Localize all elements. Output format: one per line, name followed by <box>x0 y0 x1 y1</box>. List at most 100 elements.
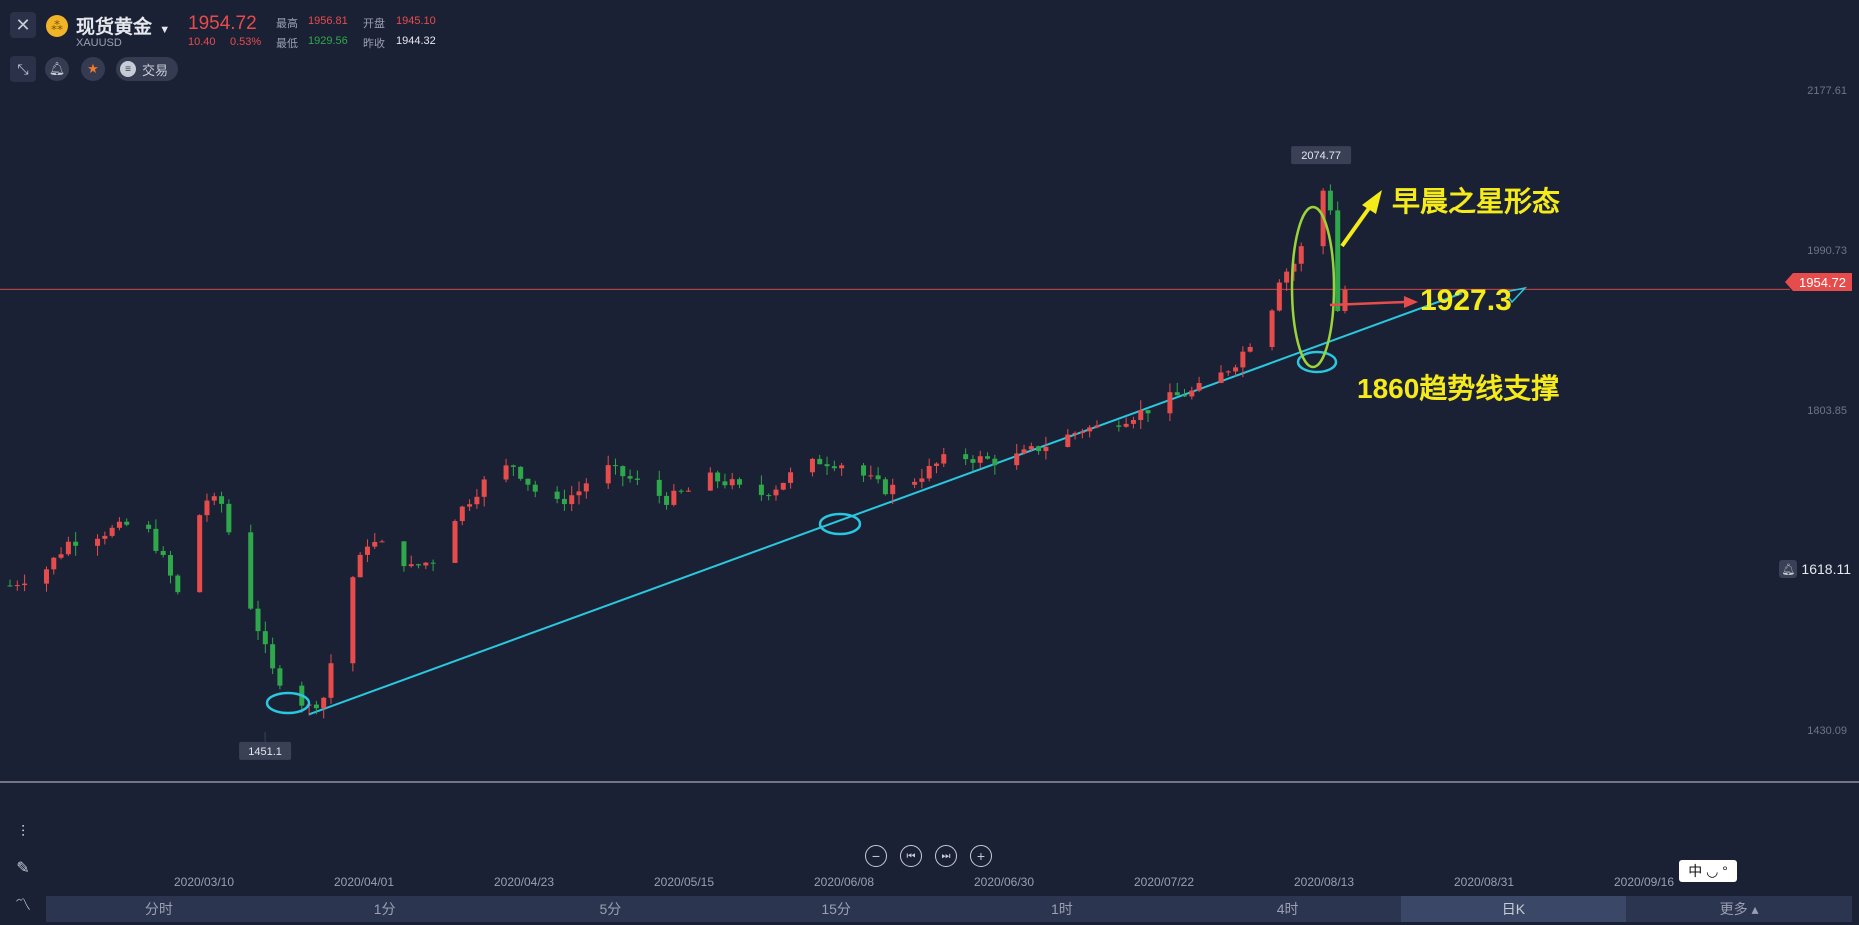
candle-body <box>890 484 896 495</box>
candle-body <box>525 478 531 485</box>
candle-body <box>992 458 998 466</box>
date-tick: 2020/08/31 <box>1453 875 1515 889</box>
candle-body <box>569 495 575 505</box>
timeframe-tab[interactable]: 5分 <box>498 896 724 922</box>
candle-body <box>518 466 524 479</box>
timeframe-tab[interactable]: 4时 <box>1175 896 1401 922</box>
timeframe-tab[interactable]: 15分 <box>723 896 949 922</box>
morning-star-ellipse <box>1290 205 1336 369</box>
candle-body <box>1327 190 1333 211</box>
timeframe-tab[interactable]: 分时 <box>46 896 272 922</box>
date-tick: 2020/06/30 <box>973 875 1035 889</box>
candle-body <box>831 466 837 469</box>
candle-body <box>664 495 670 505</box>
candle-body <box>408 564 414 567</box>
candle-body <box>1182 395 1188 397</box>
candle-body <box>1116 425 1122 427</box>
candle-body <box>1189 390 1195 397</box>
candle-body <box>780 482 786 490</box>
candle-body <box>656 479 662 496</box>
marked-low-label: 1451.1 <box>248 746 282 758</box>
candle-body <box>1218 372 1224 384</box>
zoom-out-button[interactable]: − <box>865 845 887 867</box>
candle-body <box>1130 419 1136 424</box>
candle-body <box>605 465 611 484</box>
date-tick: 2020/06/08 <box>813 875 875 889</box>
candle-body <box>364 546 370 555</box>
candle-body <box>226 503 232 533</box>
candle-body <box>95 538 101 546</box>
candle-body <box>963 454 969 460</box>
candle-body <box>824 464 830 467</box>
candle-body <box>328 663 334 698</box>
candle-body <box>1196 383 1202 391</box>
candle-body <box>715 472 721 482</box>
candle-body <box>861 465 867 476</box>
candle-body <box>204 500 210 516</box>
candle-body <box>1021 449 1027 454</box>
candle-body <box>467 504 473 507</box>
candle-body <box>1240 351 1246 368</box>
timeframe-tab[interactable]: 更多 ▴ <box>1626 896 1852 922</box>
timeframe-tab[interactable]: 1分 <box>272 896 498 922</box>
candle-body <box>270 644 276 669</box>
candlestick-chart[interactable]: 1451.1 2074.77 <box>0 0 1859 790</box>
pencil-icon: ✎ <box>16 860 30 877</box>
candle-body <box>313 704 319 709</box>
date-tick: 2020/05/15 <box>653 875 715 889</box>
candle-body <box>510 465 516 467</box>
level-arrowhead <box>1404 296 1418 308</box>
chart-type-button[interactable]: 〽 <box>12 892 34 914</box>
candle-body <box>1094 425 1100 428</box>
candle-body <box>430 562 436 564</box>
candle-body <box>1138 410 1144 420</box>
candle-body <box>1225 371 1231 373</box>
candle-body <box>1087 427 1093 432</box>
candle-body <box>153 528 159 551</box>
candle-body <box>1284 271 1290 283</box>
date-tick: 2020/07/22 <box>1133 875 1195 889</box>
indicator-button[interactable]: ⫶ <box>12 822 34 844</box>
candle-body <box>583 483 589 492</box>
candle-body <box>160 550 166 556</box>
timeframe-bar: 分时 1分 5分 15分 1时 4时 日K 更多 ▴ <box>46 896 1852 922</box>
bell-icon: 🔔︎ <box>1779 560 1798 578</box>
input-method-widget[interactable]: 中 ◡ ° <box>1679 860 1737 882</box>
skip-back-button[interactable]: ⏮ <box>900 845 922 867</box>
candle-body <box>248 532 254 609</box>
candle-body <box>503 465 509 480</box>
candle-body <box>211 496 217 501</box>
candle-body <box>372 541 378 547</box>
timeframe-tab[interactable]: 日K <box>1400 896 1627 922</box>
support-touch-ellipse <box>1296 350 1338 374</box>
candle-body <box>561 498 567 505</box>
morning-star-annotation: 早晨之星形态 <box>1392 186 1561 217</box>
timeframe-tab[interactable]: 1时 <box>949 896 1175 922</box>
candle-body <box>941 454 947 464</box>
candle-body <box>51 557 57 570</box>
candle-body <box>459 506 465 522</box>
candle-body <box>1342 289 1348 312</box>
candle-body <box>1233 367 1239 372</box>
zoom-in-button[interactable]: + <box>970 845 992 867</box>
alert-price-tag[interactable]: 🔔︎ 1618.11 <box>1779 560 1851 578</box>
date-tick: 2020/09/16 <box>1613 875 1675 889</box>
candle-body <box>175 575 181 593</box>
draw-button[interactable]: ✎ <box>12 857 34 879</box>
candle-body <box>321 697 327 709</box>
skip-forward-button[interactable]: ⏭ <box>935 845 957 867</box>
candle-body <box>678 490 684 492</box>
candle-body <box>1298 246 1304 264</box>
candle-body <box>167 555 173 576</box>
candle-body <box>197 515 203 593</box>
level-annotation: 1927.3 <box>1420 284 1512 317</box>
candle-body <box>707 472 713 491</box>
trend-support-annotation: 1860趋势线支撑 <box>1357 373 1560 404</box>
marked-high-label: 2074.77 <box>1301 150 1341 162</box>
candle-body <box>58 554 64 558</box>
candle-body <box>1167 392 1173 414</box>
candle-body <box>1065 434 1071 447</box>
candle-body <box>1123 423 1129 427</box>
candle-body <box>977 456 983 463</box>
trend-line <box>308 292 1463 716</box>
